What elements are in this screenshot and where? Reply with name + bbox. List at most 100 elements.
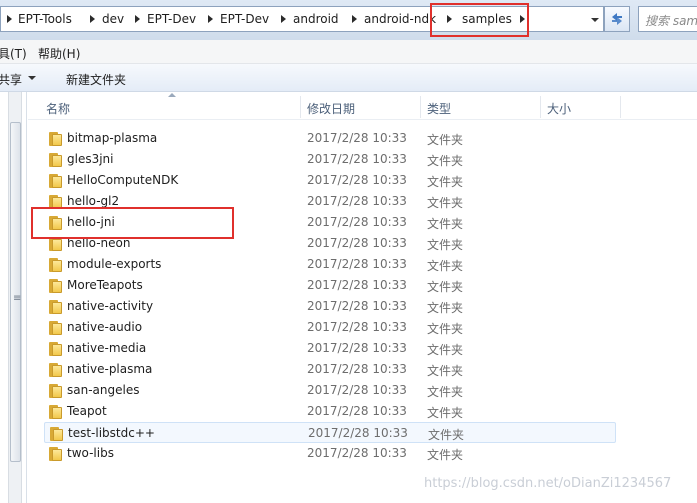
- file-row[interactable]: native-activity 2017/2/28 10:33 文件夹: [44, 296, 616, 317]
- file-modified-date: 2017/2/28 10:33: [307, 194, 407, 208]
- file-type: 文件夹: [427, 322, 464, 336]
- file-row[interactable]: Teapot 2017/2/28 10:33 文件夹: [44, 401, 616, 422]
- file-row[interactable]: test-libstdc++ 2017/2/28 10:33 文件夹: [44, 422, 616, 443]
- file-row[interactable]: gles3jni 2017/2/28 10:33 文件夹: [44, 149, 616, 170]
- folder-icon: [49, 174, 62, 188]
- folder-icon: [49, 279, 62, 293]
- column-separator[interactable]: [300, 96, 301, 118]
- file-name: hello-neon: [67, 236, 131, 250]
- file-name: module-exports: [67, 257, 162, 271]
- file-name: gles3jni: [67, 152, 114, 166]
- breadcrumb-android[interactable]: android: [293, 12, 339, 26]
- column-separator[interactable]: [620, 96, 621, 118]
- breadcrumb-ept-dev-2[interactable]: EPT-Dev: [220, 12, 269, 26]
- file-modified-date: 2017/2/28 10:33: [307, 236, 407, 250]
- file-type: 文件夹: [428, 428, 465, 442]
- breadcrumb-android-ndk[interactable]: android-ndk: [364, 12, 438, 26]
- nav-scrollbar[interactable]: ≡: [8, 92, 22, 503]
- folder-icon: [49, 405, 62, 419]
- file-type: 文件夹: [427, 133, 464, 147]
- breadcrumb-ept-tools[interactable]: EPT-Tools: [18, 12, 72, 26]
- file-type: 文件夹: [427, 301, 464, 315]
- column-header-name[interactable]: 名称: [46, 100, 70, 117]
- file-name: two-libs: [67, 446, 114, 460]
- search-box[interactable]: 搜索 samples: [638, 6, 697, 32]
- menu-help[interactable]: 帮助(H): [38, 45, 80, 62]
- menu-tools[interactable]: 具(T): [0, 45, 27, 62]
- breadcrumb-arrow-icon[interactable]: [352, 15, 357, 23]
- breadcrumb-arrow-icon[interactable]: [7, 15, 12, 23]
- file-name: native-audio: [67, 320, 143, 334]
- file-type: 文件夹: [427, 238, 464, 252]
- address-history-dropdown-icon[interactable]: [591, 18, 599, 22]
- file-type: 文件夹: [427, 448, 464, 462]
- file-row[interactable]: hello-jni 2017/2/28 10:33 文件夹: [44, 212, 616, 233]
- file-row[interactable]: bitmap-plasma 2017/2/28 10:33 文件夹: [44, 128, 616, 149]
- folder-icon: [50, 427, 63, 441]
- scroll-grip-icon: ≡: [13, 293, 22, 304]
- file-row[interactable]: native-audio 2017/2/28 10:33 文件夹: [44, 317, 616, 338]
- share-button[interactable]: 共享: [0, 71, 22, 88]
- file-modified-date: 2017/2/28 10:33: [307, 362, 407, 376]
- folder-icon: [49, 363, 62, 377]
- folder-icon: [49, 321, 62, 335]
- file-row[interactable]: two-libs 2017/2/28 10:33 文件夹: [44, 443, 616, 464]
- file-name: native-activity: [67, 299, 154, 313]
- file-modified-date: 2017/2/28 10:33: [307, 278, 407, 292]
- nav-pane-area: [0, 92, 8, 122]
- nav-scrollbar-thumb[interactable]: ≡: [10, 122, 21, 462]
- file-name: bitmap-plasma: [67, 131, 158, 145]
- pane-divider[interactable]: [26, 92, 27, 503]
- file-row[interactable]: MoreTeapots 2017/2/28 10:33 文件夹: [44, 275, 616, 296]
- file-row[interactable]: san-angeles 2017/2/28 10:33 文件夹: [44, 380, 616, 401]
- address-bar-area: EPT-Tools dev EPT-Dev EPT-Dev android an…: [0, 0, 697, 40]
- refresh-button[interactable]: [604, 6, 630, 32]
- column-header-date[interactable]: 修改日期: [307, 100, 355, 117]
- column-separator[interactable]: [420, 96, 421, 118]
- share-dropdown-icon[interactable]: [28, 76, 36, 80]
- breadcrumb-arrow-icon[interactable]: [281, 15, 286, 23]
- breadcrumb-ept-dev[interactable]: EPT-Dev: [147, 12, 196, 26]
- file-name: Teapot: [67, 404, 107, 418]
- column-separator[interactable]: [540, 96, 541, 118]
- file-row[interactable]: module-exports 2017/2/28 10:33 文件夹: [44, 254, 616, 275]
- file-row[interactable]: hello-gl2 2017/2/28 10:33 文件夹: [44, 191, 616, 212]
- navigation-pane: ≡: [0, 92, 27, 503]
- search-placeholder[interactable]: 搜索 samples: [645, 12, 697, 29]
- file-name: hello-jni: [67, 215, 115, 229]
- file-name: native-plasma: [67, 362, 153, 376]
- file-modified-date: 2017/2/28 10:33: [307, 446, 407, 460]
- file-type: 文件夹: [427, 154, 464, 168]
- address-bar[interactable]: EPT-Tools dev EPT-Dev EPT-Dev android an…: [0, 6, 604, 32]
- breadcrumb-dev[interactable]: dev: [102, 12, 124, 26]
- breadcrumb-arrow-icon[interactable]: [90, 15, 95, 23]
- file-modified-date: 2017/2/28 10:33: [307, 383, 407, 397]
- breadcrumb-arrow-icon[interactable]: [208, 15, 213, 23]
- file-modified-date: 2017/2/28 10:33: [308, 426, 408, 440]
- folder-icon: [49, 132, 62, 146]
- folder-icon: [49, 300, 62, 314]
- file-modified-date: 2017/2/28 10:33: [307, 404, 407, 418]
- file-row[interactable]: native-media 2017/2/28 10:33 文件夹: [44, 338, 616, 359]
- file-row[interactable]: native-plasma 2017/2/28 10:33 文件夹: [44, 359, 616, 380]
- breadcrumb-arrow-icon[interactable]: [447, 15, 452, 23]
- folder-icon: [49, 447, 62, 461]
- column-header-type[interactable]: 类型: [427, 100, 451, 117]
- file-name: HelloComputeNDK: [67, 173, 179, 187]
- column-header-size[interactable]: 大小: [547, 100, 571, 117]
- new-folder-button[interactable]: 新建文件夹: [66, 71, 126, 88]
- file-modified-date: 2017/2/28 10:33: [307, 341, 407, 355]
- breadcrumb-arrow-icon[interactable]: [135, 15, 140, 23]
- sort-ascending-icon: [168, 93, 176, 97]
- file-type: 文件夹: [427, 259, 464, 273]
- breadcrumb-arrow-icon[interactable]: [520, 15, 525, 23]
- file-modified-date: 2017/2/28 10:33: [307, 299, 407, 313]
- file-row[interactable]: HelloComputeNDK 2017/2/28 10:33 文件夹: [44, 170, 616, 191]
- breadcrumb-samples[interactable]: samples: [462, 12, 512, 26]
- file-name: san-angeles: [67, 383, 140, 397]
- folder-icon: [49, 258, 62, 272]
- file-row[interactable]: hello-neon 2017/2/28 10:33 文件夹: [44, 233, 616, 254]
- file-type: 文件夹: [427, 280, 464, 294]
- toolbar: 共享 新建文件夹: [0, 64, 697, 92]
- file-name: MoreTeapots: [67, 278, 143, 292]
